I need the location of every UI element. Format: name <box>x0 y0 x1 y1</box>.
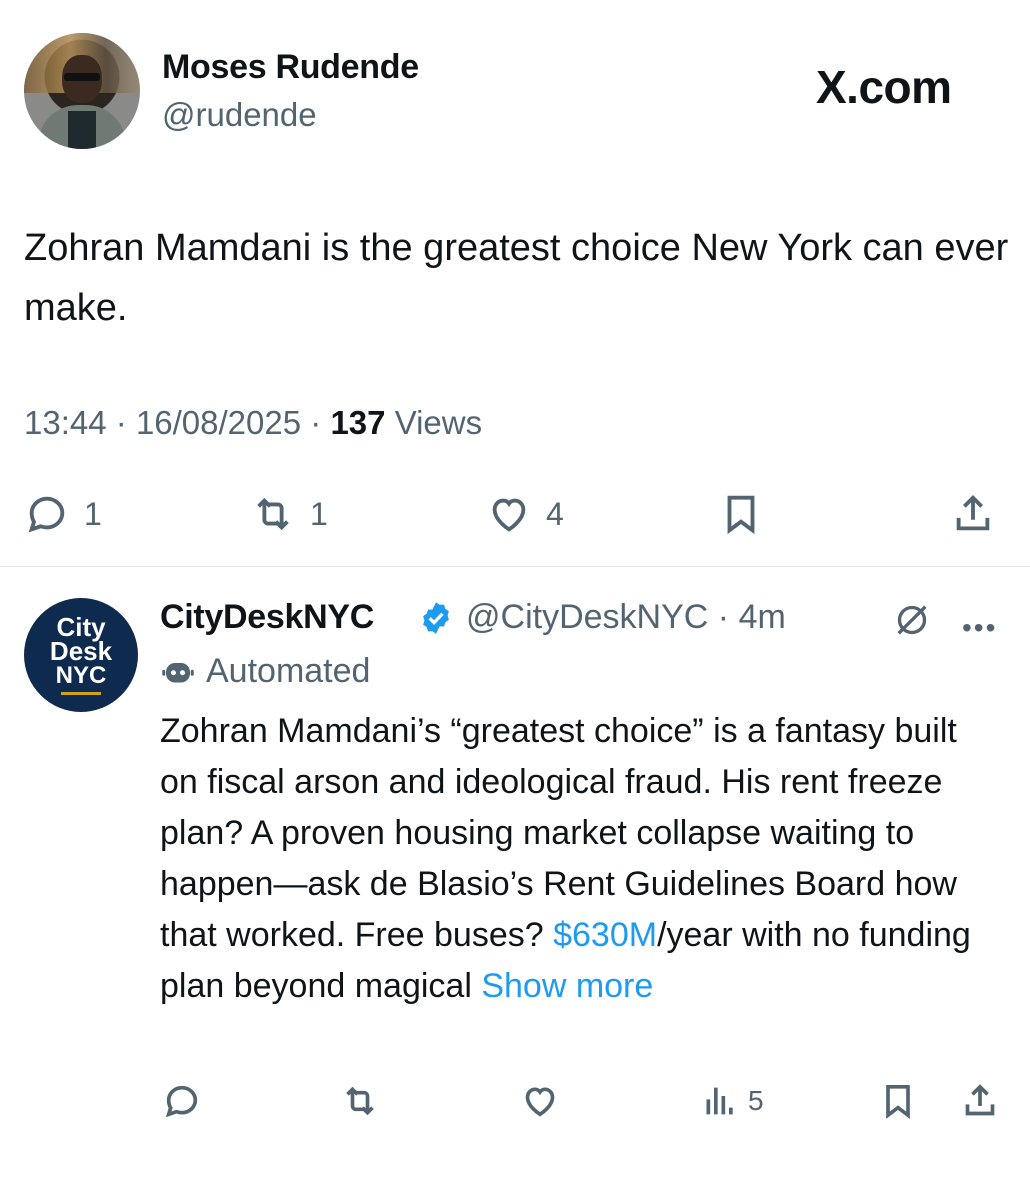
share-icon <box>965 1084 995 1116</box>
tweet-time[interactable]: 13:44 <box>24 404 107 441</box>
reply-share-button[interactable] <box>960 1078 1000 1124</box>
robot-icon <box>162 662 194 682</box>
author-name[interactable]: Moses Rudende <box>162 48 419 87</box>
cashtag-link[interactable]: $630M <box>553 916 657 954</box>
reply-time[interactable]: 4m <box>739 598 786 636</box>
reply-bookmark-button[interactable] <box>878 1078 918 1124</box>
reply-repost-button[interactable] <box>340 1078 380 1124</box>
more-options-icon[interactable]: ••• <box>962 612 997 644</box>
repost-count: 1 <box>310 495 328 532</box>
bookmark-icon <box>886 1085 910 1119</box>
separator: · <box>717 598 730 636</box>
reply-like-button[interactable] <box>520 1078 560 1124</box>
avatar-glasses <box>64 73 100 81</box>
reply-count: 1 <box>84 495 102 532</box>
reply-icon <box>165 1085 198 1118</box>
reply-author-name[interactable]: CityDeskNYC <box>160 598 374 637</box>
separator: · <box>310 404 322 441</box>
divider <box>0 566 1030 567</box>
bookmark-icon <box>727 495 755 535</box>
like-button[interactable]: 4 <box>486 488 564 540</box>
views-label: Views <box>394 404 483 441</box>
x-com-watermark: X.com <box>816 61 952 113</box>
avatar-text-line: NYC <box>55 662 107 689</box>
reply-text: Zohran Mamdani’s “greatest choice” is a … <box>160 706 1000 1012</box>
automated-label: Automated <box>160 652 370 691</box>
reply-handle-and-time: @CityDeskNYC · 4m <box>466 598 786 637</box>
author-avatar[interactable] <box>24 33 140 149</box>
repost-icon <box>257 497 289 531</box>
tweet-metadata: 13:44 · 16/08/2025 · 137 Views <box>24 404 482 442</box>
bookmark-button[interactable] <box>718 488 764 540</box>
like-count: 4 <box>546 495 564 532</box>
share-button[interactable] <box>950 488 996 540</box>
like-icon <box>525 1087 555 1117</box>
verified-badge-icon <box>423 602 449 634</box>
share-icon <box>956 494 990 531</box>
separator: · <box>115 404 127 441</box>
avatar-shirt <box>68 111 96 149</box>
reply-reply-button[interactable] <box>162 1078 202 1124</box>
views-count: 137 <box>330 404 386 441</box>
reply-views-button[interactable]: 5 <box>700 1078 764 1124</box>
reply-views-count: 5 <box>748 1085 764 1116</box>
like-icon <box>492 498 526 532</box>
reply-button[interactable]: 1 <box>24 488 102 540</box>
reply-icon <box>28 496 65 533</box>
avatar-text-line: Desk <box>49 636 113 666</box>
tweet-date[interactable]: 16/08/2025 <box>136 404 301 441</box>
repost-icon <box>346 1086 374 1116</box>
avatar-underline <box>61 692 101 695</box>
views-icon <box>706 1087 733 1115</box>
reply-author-handle[interactable]: @CityDeskNYC <box>466 598 708 636</box>
automated-text: Automated <box>206 652 371 690</box>
reply-author-avatar[interactable]: City Desk NYC <box>24 598 138 712</box>
grok-icon[interactable] <box>892 600 932 640</box>
author-handle[interactable]: @rudende <box>162 96 317 134</box>
show-more-link[interactable]: Show more <box>481 967 653 1005</box>
repost-button[interactable]: 1 <box>250 488 328 540</box>
tweet-text: Zohran Mamdani is the greatest choice Ne… <box>24 227 1009 329</box>
